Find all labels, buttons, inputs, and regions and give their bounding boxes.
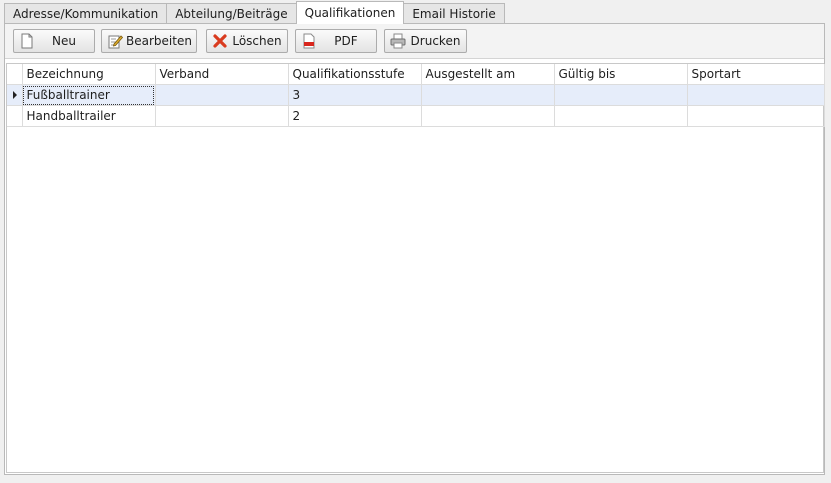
column-header-qualifikationsstufe[interactable]: Qualifikationsstufe — [288, 64, 422, 85]
qualifikationen-panel: Neu Bearbeiten Löschen PDF Drucken Bezei… — [4, 23, 825, 475]
cell-qualifikationsstufe[interactable]: 2 — [288, 105, 422, 127]
tab-strip: Adresse/Kommunikation Abteilung/Beiträge… — [4, 1, 505, 24]
tab-adresse-kommunikation[interactable]: Adresse/Kommunikation — [4, 3, 168, 24]
row-indicator-header — [7, 64, 23, 85]
delete-x-icon — [213, 34, 227, 48]
new-button[interactable]: Neu — [13, 29, 95, 53]
pdf-button[interactable]: PDF — [295, 29, 377, 53]
cell-verband[interactable] — [155, 84, 289, 106]
qualifications-table: Bezeichnung Verband Qualifikationsstufe … — [7, 64, 825, 127]
pdf-button-label: PDF — [334, 34, 358, 48]
tab-abteilung-beitraege[interactable]: Abteilung/Beiträge — [166, 3, 297, 24]
pdf-icon — [303, 33, 315, 49]
tab-qualifikationen[interactable]: Qualifikationen — [295, 1, 405, 24]
edit-button[interactable]: Bearbeiten — [101, 29, 197, 53]
column-header-verband[interactable]: Verband — [155, 64, 289, 85]
cell-ausgestellt-am[interactable] — [421, 105, 555, 127]
cell-verband[interactable] — [155, 105, 289, 127]
cell-ausgestellt-am[interactable] — [421, 84, 555, 106]
row-indicator — [7, 84, 23, 106]
cell-gueltig-bis[interactable] — [554, 84, 688, 106]
row-indicator — [7, 105, 23, 127]
printer-icon — [390, 33, 406, 49]
delete-button[interactable]: Löschen — [206, 29, 288, 53]
cell-gueltig-bis[interactable] — [554, 105, 688, 127]
table-row[interactable]: Handballtrailer 2 — [7, 105, 825, 127]
cell-sportart[interactable] — [687, 105, 825, 127]
document-icon — [21, 33, 33, 49]
qualifications-grid[interactable]: Bezeichnung Verband Qualifikationsstufe … — [6, 63, 825, 473]
toolbar: Neu Bearbeiten Löschen PDF Drucken — [5, 24, 824, 59]
print-button[interactable]: Drucken — [384, 29, 467, 53]
new-button-label: Neu — [52, 34, 76, 48]
cell-bezeichnung[interactable]: Handballtrailer — [22, 105, 156, 127]
edit-icon — [108, 35, 123, 49]
table-row[interactable]: Fußballtrainer 3 — [7, 84, 825, 106]
column-header-ausgestellt-am[interactable]: Ausgestellt am — [421, 64, 555, 85]
cell-qualifikationsstufe[interactable]: 3 — [288, 84, 422, 106]
column-header-sportart[interactable]: Sportart — [687, 64, 825, 85]
current-row-arrow-icon — [13, 91, 17, 99]
tab-email-historie[interactable]: Email Historie — [403, 3, 505, 24]
cell-sportart[interactable] — [687, 84, 825, 106]
column-header-bezeichnung[interactable]: Bezeichnung — [22, 64, 156, 85]
column-header-gueltig-bis[interactable]: Gültig bis — [554, 64, 688, 85]
header-row: Bezeichnung Verband Qualifikationsstufe … — [7, 64, 825, 85]
cell-bezeichnung[interactable]: Fußballtrainer — [22, 84, 156, 106]
